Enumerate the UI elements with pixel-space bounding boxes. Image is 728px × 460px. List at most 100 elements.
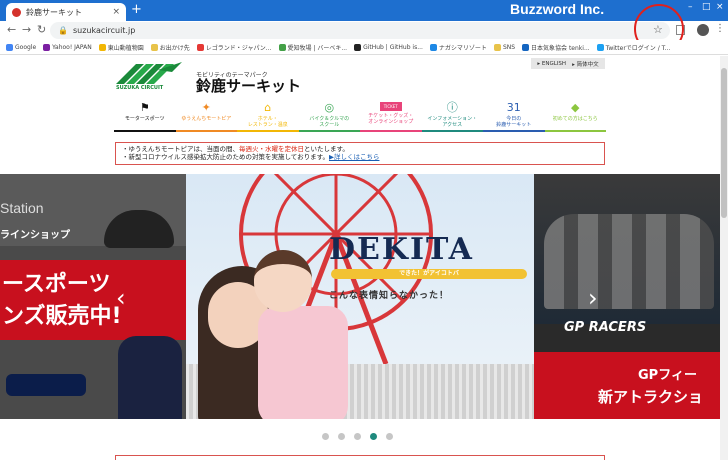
- bookmark-item[interactable]: SNS: [493, 43, 516, 51]
- browser-tab[interactable]: 鈴鹿サーキット ×: [6, 3, 126, 21]
- slide-goods-online: ラインショップ: [0, 230, 70, 241]
- profile-avatar[interactable]: [697, 24, 709, 36]
- carousel-dot[interactable]: [386, 433, 393, 440]
- gnav-item[interactable]: 31 今日の 鈴鹿サーキット: [483, 99, 545, 132]
- bookmark-item[interactable]: レゴランド・ジャパン...: [196, 43, 272, 52]
- gnav-label: バイク＆クルマの スクール: [309, 116, 350, 128]
- hero-carousel[interactable]: Station ラインショップ ースポーツ ンズ販売中! DEKITA できた！…: [0, 174, 720, 419]
- gnav-icon: ⌂: [264, 100, 272, 114]
- slide-dekita[interactable]: DEKITA できた！がアイコトバ こんな表情知らなかった！: [186, 174, 534, 419]
- bookmark-favicon-icon: [354, 43, 362, 51]
- bookmark-item[interactable]: 日本気象協会 tenki...: [522, 43, 590, 52]
- close-window-button[interactable]: ×: [716, 2, 724, 12]
- bookmark-favicon-icon: [196, 43, 204, 51]
- web-page: SUZUKA CIRCUIT モビリティのテーマパーク 鈴鹿サーキット ▸ EN…: [0, 56, 720, 460]
- scroll-thumb[interactable]: [721, 68, 727, 218]
- bookmark-favicon-icon: [596, 43, 604, 51]
- page-scrollbar[interactable]: [720, 56, 728, 460]
- carousel-prev-arrow[interactable]: ‹: [116, 286, 126, 310]
- bookmark-label: 愛知牧場 | バーベキ...: [287, 44, 348, 52]
- dekita-tagline: できた！がアイコトバ: [331, 269, 527, 279]
- gnav-label: 今日の 鈴鹿サーキット: [496, 116, 532, 128]
- lang-chinese-link[interactable]: ▸ 简体中文: [572, 60, 599, 68]
- carousel-dot[interactable]: [338, 433, 345, 440]
- carousel-dot[interactable]: [370, 433, 377, 440]
- bookmark-item[interactable]: 東山動植物園: [98, 43, 144, 52]
- gnav-underline: [175, 130, 237, 132]
- new-tab-button[interactable]: +: [131, 3, 142, 17]
- bookmark-favicon-icon: [429, 43, 437, 51]
- notice-line-1: ・ゆうえんちモートピアは、当面の間、毎週火・水曜を定休日といたします。: [122, 145, 349, 153]
- bookmark-favicon-icon: [43, 43, 51, 51]
- favicon-icon: [12, 7, 21, 17]
- bottom-banner-box: [115, 455, 605, 460]
- carousel-dot[interactable]: [354, 433, 361, 440]
- gnav-label: モータースポーツ: [124, 116, 165, 122]
- gnav-item[interactable]: ⚑ モータースポーツ: [114, 99, 176, 132]
- gnav-item[interactable]: ⓘ インフォメーション・ アクセス: [421, 99, 483, 132]
- gnav-icon: ✦: [201, 100, 211, 114]
- gnav-item[interactable]: ✦ ゆうえんちモートピア: [175, 99, 237, 132]
- slide-goods-station: Station: [0, 200, 44, 216]
- gnav-item[interactable]: TICKET チケット・グッズ・ オンラインショップ: [360, 99, 422, 132]
- slide-gp-headline-2: 新アトラクショ: [598, 388, 704, 406]
- gnav-label: 初めての方はこちら: [552, 116, 598, 122]
- gnav-underline: [421, 130, 483, 132]
- bookmark-item[interactable]: Twitterでログイン / T...: [596, 43, 671, 52]
- menu-icon[interactable]: ⋮: [715, 23, 725, 34]
- bookmark-label: Twitterでログイン / T...: [605, 44, 671, 52]
- bookmark-item[interactable]: Yahoo! JAPAN: [43, 43, 92, 51]
- bookmark-item[interactable]: お出かけ先: [150, 43, 190, 52]
- forward-icon[interactable]: →: [22, 23, 31, 36]
- bookmark-item[interactable]: GitHub | GitHub is...: [354, 43, 423, 51]
- bookmark-item[interactable]: 愛知牧場 | バーベキ...: [278, 43, 348, 52]
- gnav-underline: [114, 130, 176, 132]
- carousel-next-arrow[interactable]: ›: [588, 286, 598, 310]
- back-icon[interactable]: ←: [7, 23, 16, 36]
- notice-details-link[interactable]: ▶詳しくはこちら: [329, 153, 380, 161]
- bookmark-favicon-icon: [493, 43, 501, 51]
- suzuka-logo-icon[interactable]: [114, 60, 184, 86]
- gnav-item[interactable]: ◎ バイク＆クルマの スクール: [298, 99, 360, 132]
- bookmark-label: GitHub | GitHub is...: [363, 43, 423, 51]
- maximize-button[interactable]: □: [702, 2, 711, 12]
- gnav-label: ゆうえんちモートピア: [181, 116, 232, 122]
- site-name[interactable]: 鈴鹿サーキット: [196, 75, 301, 96]
- gnav-icon: ◎: [324, 100, 335, 114]
- global-nav: ⚑ モータースポーツ ✦ ゆうえんちモートピア ⌂ ホテル・ レストラン・温泉 ◎ バイク＆ク…: [114, 99, 606, 132]
- gnav-underline: [360, 130, 422, 132]
- slide-gp-racers[interactable]: GP RACERS GPフィー 新アトラクショ: [534, 174, 720, 419]
- language-switcher: ▸ ENGLISH ▸ 简体中文: [531, 58, 605, 69]
- bookmark-label: ナガシマリゾート: [438, 44, 487, 52]
- url-text[interactable]: suzukacircuit.jp: [73, 26, 135, 35]
- bookmark-favicon-icon: [98, 43, 106, 51]
- slide-goods-headline-1: ースポーツ: [2, 272, 111, 297]
- lock-icon: 🔒: [58, 26, 68, 35]
- bookmark-label: SNS: [502, 43, 516, 51]
- reload-icon[interactable]: ↻: [37, 23, 46, 36]
- gnav-item[interactable]: ◆ 初めての方はこちら: [544, 99, 606, 132]
- girl-image: [254, 250, 312, 312]
- bookmark-label: 東山動植物園: [107, 44, 144, 52]
- bookmark-item[interactable]: Google: [6, 43, 37, 51]
- slide-goods[interactable]: Station ラインショップ ースポーツ ンズ販売中!: [0, 174, 186, 419]
- notice-line-2: ・新型コロナウイルス感染拡大防止のための対策を実施しております。▶詳しくはこちら: [122, 153, 380, 161]
- dekita-title: DEKITA: [329, 232, 474, 267]
- lang-english-link[interactable]: ▸ ENGLISH: [537, 61, 566, 67]
- model-car-image: [6, 374, 86, 396]
- bookmark-label: Google: [15, 43, 37, 51]
- minimize-button[interactable]: –: [688, 2, 693, 12]
- tab-close-icon[interactable]: ×: [112, 7, 120, 17]
- notice-box: ・ゆうえんちモートピアは、当面の間、毎週火・水曜を定休日といたします。 ・新型コ…: [115, 142, 605, 165]
- gnav-item[interactable]: ⌂ ホテル・ レストラン・温泉: [237, 99, 299, 132]
- brand-watermark: Buzzword Inc.: [510, 1, 605, 17]
- gnav-underline: [483, 130, 545, 132]
- carousel-dot[interactable]: [322, 433, 329, 440]
- bookmark-item[interactable]: ナガシマリゾート: [429, 43, 487, 52]
- gnav-label: インフォメーション・ アクセス: [427, 116, 478, 128]
- title-bar: 鈴鹿サーキット × + Buzzword Inc. – □ ×: [0, 0, 728, 21]
- girl-body: [258, 306, 348, 419]
- gp-racers-logo: GP RACERS: [564, 320, 647, 335]
- address-bar[interactable]: 🔒 suzukacircuit.jp: [50, 22, 670, 39]
- gnav-icon: 31: [506, 100, 521, 114]
